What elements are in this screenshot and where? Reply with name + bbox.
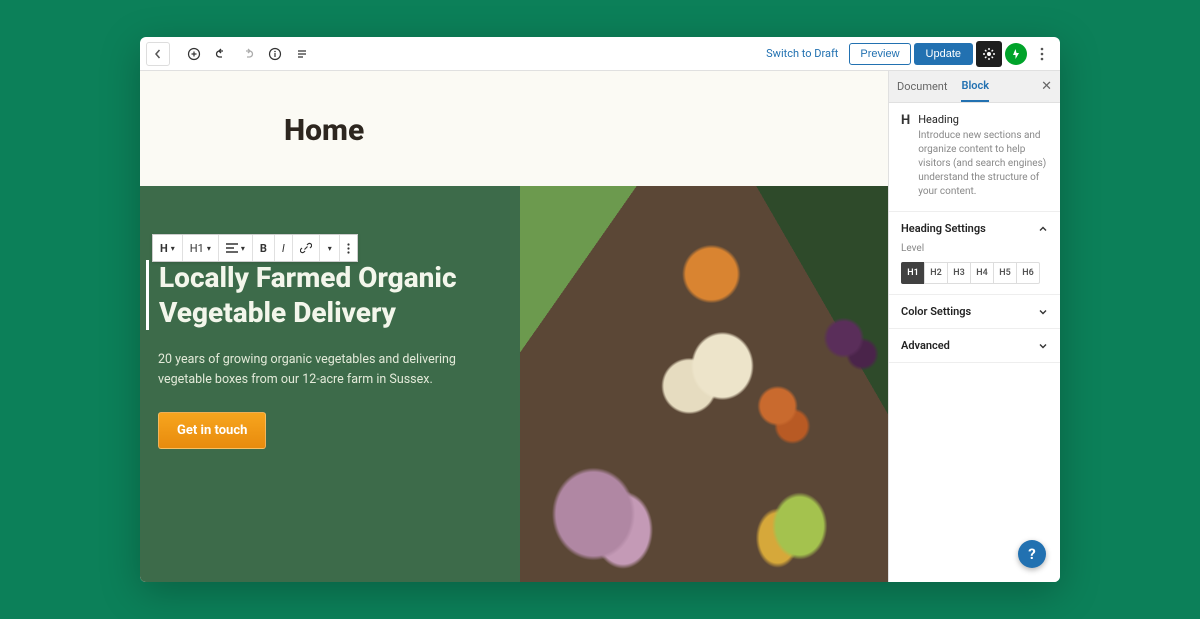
level-h5[interactable]: H5	[993, 262, 1017, 284]
heading-level-toggle[interactable]: H1▾	[183, 235, 219, 261]
preview-button[interactable]: Preview	[849, 43, 910, 65]
tab-block[interactable]: Block	[961, 71, 989, 102]
level-h3[interactable]: H3	[947, 262, 971, 284]
settings-button[interactable]	[976, 41, 1002, 67]
level-h6[interactable]: H6	[1016, 262, 1040, 284]
bold-label: B	[260, 242, 267, 255]
info-button[interactable]	[263, 42, 287, 66]
heading-settings-label: Heading Settings	[901, 222, 986, 235]
italic-button[interactable]: I	[275, 235, 293, 261]
chevron-down-icon	[1038, 341, 1048, 351]
block-type-label: H	[160, 242, 168, 255]
heading-level-label: H1	[190, 242, 204, 255]
link-button[interactable]	[293, 235, 320, 261]
hero-image-column[interactable]	[520, 186, 888, 582]
settings-sidebar: Document Block ✕ H Heading Introduce new…	[888, 71, 1060, 582]
heading-level-picker: H1 H2 H3 H4 H5 H6	[901, 262, 1048, 284]
back-button[interactable]	[146, 42, 170, 66]
bold-button[interactable]: B	[253, 235, 275, 261]
close-sidebar-button[interactable]: ✕	[1041, 79, 1052, 94]
hero-section: H▾ H1▾ ▾ B I ▾ Locally Farmed Organic Ve…	[140, 186, 888, 582]
level-label: Level	[901, 243, 1048, 254]
block-name: Heading	[918, 113, 1048, 126]
level-h1[interactable]: H1	[901, 262, 925, 284]
top-toolbar: Switch to Draft Preview Update	[140, 37, 1060, 71]
color-settings-panel: Color Settings	[889, 295, 1060, 329]
block-toolbar: H▾ H1▾ ▾ B I ▾	[152, 234, 358, 262]
advanced-panel: Advanced	[889, 329, 1060, 363]
editor-canvas[interactable]: Home H▾ H1▾ ▾ B I ▾ Locally Farmed Organ…	[140, 71, 888, 582]
page-title[interactable]: Home	[140, 71, 888, 186]
align-toggle[interactable]: ▾	[219, 235, 253, 261]
advanced-label: Advanced	[901, 339, 950, 352]
level-h4[interactable]: H4	[970, 262, 994, 284]
hero-text-column: H▾ H1▾ ▾ B I ▾ Locally Farmed Organic Ve…	[140, 186, 520, 582]
hero-subtext[interactable]: 20 years of growing organic vegetables a…	[158, 350, 478, 390]
chevron-up-icon	[1038, 224, 1048, 234]
jetpack-button[interactable]	[1005, 43, 1027, 65]
block-description: Introduce new sections and organize cont…	[918, 129, 1048, 199]
outline-button[interactable]	[290, 42, 314, 66]
editor-window: Switch to Draft Preview Update Home H▾ H…	[140, 37, 1060, 582]
more-menu-button[interactable]	[1030, 42, 1054, 66]
help-button[interactable]: ?	[1018, 540, 1046, 568]
italic-label: I	[282, 242, 285, 255]
hero-image	[520, 186, 888, 582]
tab-document[interactable]: Document	[897, 72, 947, 101]
level-h2[interactable]: H2	[924, 262, 948, 284]
dropdown-button[interactable]: ▾	[320, 235, 340, 261]
add-block-button[interactable]	[182, 42, 206, 66]
chevron-down-icon	[1038, 307, 1048, 317]
sidebar-tabs: Document Block ✕	[889, 71, 1060, 103]
cta-button[interactable]: Get in touch	[158, 412, 266, 449]
block-more-button[interactable]	[340, 235, 357, 261]
block-info: H Heading Introduce new sections and org…	[889, 103, 1060, 212]
advanced-toggle[interactable]: Advanced	[901, 339, 1048, 352]
undo-button[interactable]	[209, 42, 233, 66]
color-settings-label: Color Settings	[901, 305, 971, 318]
block-type-toggle[interactable]: H▾	[153, 235, 183, 261]
editor-body: Home H▾ H1▾ ▾ B I ▾ Locally Farmed Organ…	[140, 71, 1060, 582]
color-settings-toggle[interactable]: Color Settings	[901, 305, 1048, 318]
heading-block-icon: H	[901, 113, 910, 199]
update-button[interactable]: Update	[914, 43, 973, 65]
redo-button[interactable]	[236, 42, 260, 66]
hero-heading[interactable]: Locally Farmed Organic Vegetable Deliver…	[146, 260, 502, 330]
switch-to-draft-link[interactable]: Switch to Draft	[758, 47, 846, 60]
heading-settings-toggle[interactable]: Heading Settings	[901, 222, 1048, 235]
heading-settings-panel: Heading Settings Level H1 H2 H3 H4 H5 H6	[889, 212, 1060, 295]
